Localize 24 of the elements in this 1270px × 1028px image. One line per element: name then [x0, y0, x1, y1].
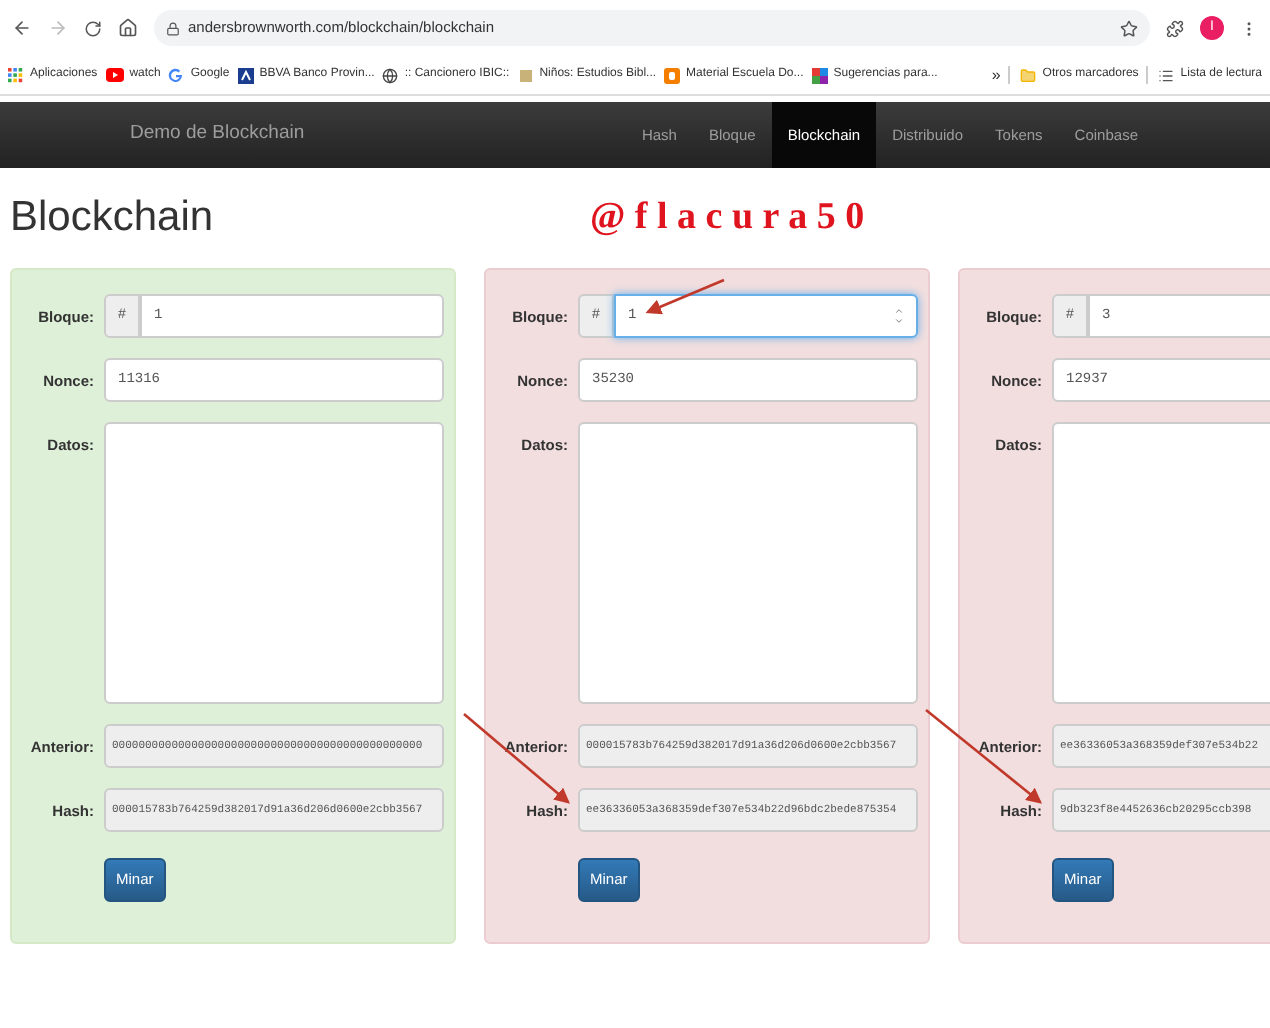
home-icon[interactable]: [118, 18, 138, 38]
folder-icon: [1020, 67, 1037, 83]
bank-logo-icon: [237, 67, 254, 83]
brand-title[interactable]: Demo de Blockchain: [130, 120, 305, 150]
extensions-icon[interactable]: [1166, 19, 1184, 37]
annotation-arrow: [645, 278, 725, 315]
lock-icon: [166, 21, 180, 35]
reload-icon[interactable]: [84, 19, 102, 37]
bookmark-favicon-icon: [517, 67, 534, 83]
apps-grid-icon: [8, 67, 24, 83]
annotation-arrow: [463, 713, 570, 804]
annotation-arrow: [925, 709, 1042, 804]
list-icon: [1158, 67, 1175, 83]
back-icon[interactable]: [12, 18, 32, 38]
spinner-icon[interactable]: [894, 306, 904, 326]
bookmarks-overflow[interactable]: »: [991, 63, 1001, 87]
play-icon: [105, 68, 124, 82]
globe-icon: [382, 67, 399, 83]
annotation-text: @ f l a c u r a 5 0: [590, 193, 865, 242]
g-logo-icon: [168, 67, 185, 83]
page-heading: Blockchain: [10, 192, 216, 245]
colored-blocks-icon: [811, 67, 828, 83]
star-icon[interactable]: [1120, 19, 1138, 37]
blog-logo-icon: [664, 67, 681, 83]
